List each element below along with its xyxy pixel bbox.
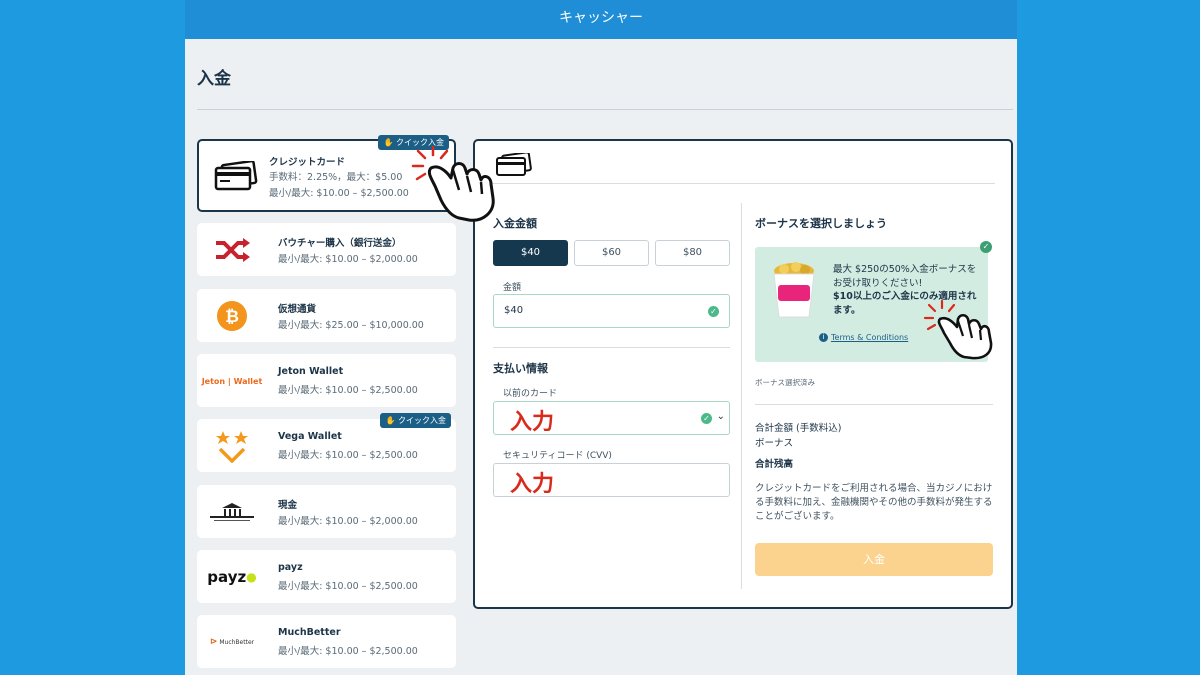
shuffle-icon <box>205 235 259 265</box>
jeton-logo: Jeton | Wallet <box>201 376 263 386</box>
bonus-selected-check-icon: ✓ <box>980 241 992 253</box>
total-amount-label: 合計金額 (手数料込) <box>755 423 842 434</box>
bonus-label: ボーナス <box>755 438 794 449</box>
check-icon: ✓ <box>701 413 712 424</box>
divider <box>197 109 1013 110</box>
method-name: 仮想通貨 <box>278 304 317 315</box>
method-crypto[interactable]: ₿ 仮想通貨 最小/最大: $25.00 – $10,000.00 <box>197 289 456 342</box>
vega-logo <box>205 431 259 463</box>
credit-card-icon <box>209 161 263 191</box>
method-voucher[interactable]: バウチャー購入（銀行送金） 最小/最大: $10.00 – $2,000.00 <box>197 223 456 276</box>
bonus-section-title: ボーナスを選択しましょう <box>755 217 887 230</box>
payment-section-title: 支払い情報 <box>493 362 548 375</box>
amount-option-40[interactable]: $40 <box>493 240 568 266</box>
deposit-form-card: 入金金額 $40 $60 $80 金額 $40 ✓ 支払い情報 以前のカード 入… <box>473 139 1013 609</box>
divider <box>493 347 730 348</box>
method-name: Vega Wallet <box>278 431 342 442</box>
method-limits: 最小/最大: $10.00 – $2,000.00 <box>278 254 418 265</box>
method-limits: 最小/最大: $10.00 – $2,000.00 <box>278 516 418 527</box>
bonus-bucket-image <box>769 261 819 323</box>
bonus-selected-note: ボーナス選択済み <box>755 378 815 387</box>
cvv-field[interactable]: 入力 <box>493 463 730 497</box>
method-cash[interactable]: 現金 最小/最大: $10.00 – $2,000.00 <box>197 485 456 538</box>
method-name: payz <box>278 562 303 573</box>
method-limits: 最小/最大: $10.00 – $2,500.00 <box>278 581 418 592</box>
pointing-hand-annotation-icon <box>923 299 999 364</box>
method-limits: 最小/最大: $25.00 – $10,000.00 <box>278 320 424 331</box>
terms-link[interactable]: i Terms & Conditions <box>819 333 908 342</box>
method-name: バウチャー購入（銀行送金） <box>278 238 402 249</box>
method-limits: 最小/最大: $10.00 – $2,500.00 <box>278 385 418 396</box>
bank-icon <box>205 497 259 527</box>
amount-field[interactable]: $40 ✓ <box>493 294 730 328</box>
pointing-hand-annotation-icon <box>409 145 501 228</box>
chevron-down-icon: ⌄ <box>716 411 725 422</box>
method-name: クレジットカード <box>269 157 346 168</box>
cvv-input-annotation: 入力 <box>510 472 555 497</box>
check-icon: ✓ <box>708 306 719 317</box>
cvv-label: セキュリティコード (CVV) <box>503 451 612 461</box>
deposit-button[interactable]: 入金 <box>755 543 993 576</box>
divider <box>492 183 995 184</box>
method-name: Jeton Wallet <box>278 366 344 377</box>
method-name: MuchBetter <box>278 627 341 638</box>
method-vega-wallet[interactable]: Vega Wallet 最小/最大: $10.00 – $2,500.00 ✋ … <box>197 413 456 472</box>
divider <box>755 404 993 405</box>
amount-label: 金額 <box>503 283 522 293</box>
divider <box>741 203 742 589</box>
muchbetter-logo: ⊳ MuchBetter <box>209 637 255 647</box>
total-balance-label: 合計残高 <box>755 459 794 470</box>
quick-deposit-badge: ✋ クイック入金 <box>380 413 451 428</box>
cashier-panel: キャッシャー 入金 クレジットカード 手数料：2.25%，最大：$5.00 最小… <box>185 0 1017 675</box>
amount-option-60[interactable]: $60 <box>574 240 649 266</box>
method-limits: 最小/最大: $10.00 – $2,500.00 <box>278 450 418 461</box>
method-payz[interactable]: payz ● payz 最小/最大: $10.00 – $2,500.00 <box>197 550 456 603</box>
saved-card-select[interactable]: 入力 ✓ ⌄ <box>493 401 730 435</box>
method-jeton-wallet[interactable]: Jeton | Wallet Jeton Wallet 最小/最大: $10.0… <box>197 354 456 407</box>
method-name: 現金 <box>278 500 298 511</box>
page-title: 入金 <box>197 69 231 89</box>
card-input-annotation: 入力 <box>510 410 555 435</box>
card-label: 以前のカード <box>503 389 558 399</box>
method-muchbetter[interactable]: ⊳ MuchBetter MuchBetter 最小/最大: $10.00 – … <box>197 615 456 668</box>
payz-logo: payz ● <box>207 568 257 586</box>
method-limits: 最小/最大: $10.00 – $2,500.00 <box>269 188 409 199</box>
info-icon: i <box>819 333 828 342</box>
bitcoin-icon: ₿ <box>205 301 259 331</box>
amount-value: $40 <box>504 305 524 316</box>
amount-option-80[interactable]: $80 <box>655 240 730 266</box>
method-limits: 最小/最大: $10.00 – $2,500.00 <box>278 646 418 657</box>
fee-disclaimer: クレジットカードをご利用される場合、当カジノにおける手数料に加え、金融機関やその… <box>755 483 993 522</box>
cashier-header: キャッシャー <box>185 0 1017 39</box>
method-fee: 手数料：2.25%，最大：$5.00 <box>269 172 403 183</box>
svg-text:₿: ₿ <box>225 307 239 327</box>
